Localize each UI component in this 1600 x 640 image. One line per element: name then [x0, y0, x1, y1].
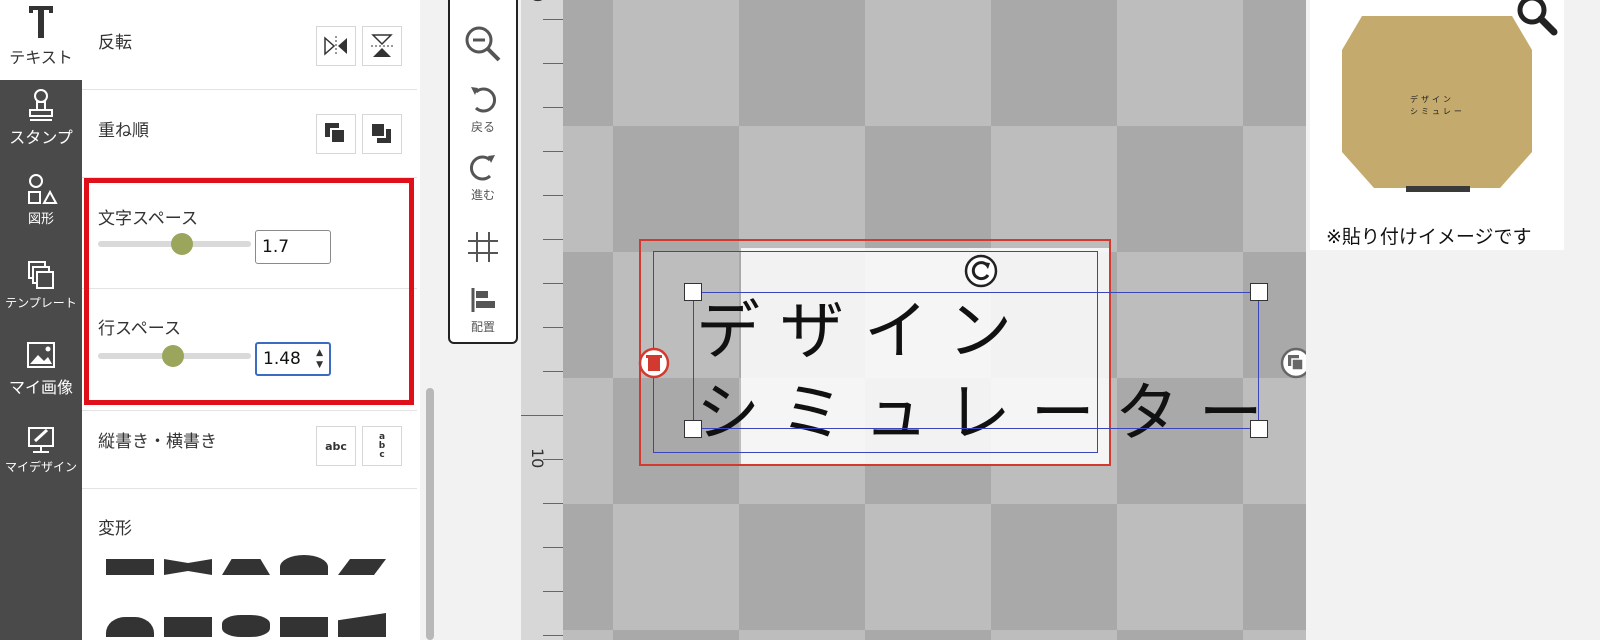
transform-shape-pinch[interactable] — [164, 559, 212, 575]
nav-label: スタンプ — [9, 128, 73, 147]
nav-label: マイ画像 — [8, 378, 73, 397]
vertical-writing-button[interactable]: a b c — [362, 426, 402, 466]
transform-shape-wave[interactable] — [106, 617, 154, 637]
my-design-icon — [28, 427, 54, 453]
order-label: 重ね順 — [98, 121, 149, 141]
vertical-ruler: 0 10 — [521, 0, 563, 640]
transform-shape-rect[interactable] — [106, 559, 154, 575]
canvas-toolbar: 戻る 進む 配置 — [448, 0, 518, 344]
undo-icon — [471, 87, 496, 113]
ruler-tick — [543, 327, 563, 328]
ruler-label-0: 0 — [528, 0, 547, 2]
align-label: 配置 — [470, 320, 495, 334]
flip-vertical-icon — [371, 34, 393, 57]
horizontal-writing-text: abc — [325, 439, 347, 453]
flip-vertical-button[interactable] — [362, 26, 402, 66]
nav-item-my-image[interactable]: マイ画像 — [0, 338, 82, 398]
highlight-frame — [84, 178, 414, 405]
transform-shape-arch[interactable] — [280, 555, 328, 575]
ruler-label-10: 10 — [528, 448, 547, 469]
flip-row: 反転 — [82, 0, 417, 90]
preview-caption: ※貼り付けイメージです — [1326, 226, 1532, 248]
nav-item-template[interactable]: テンプレート — [0, 258, 82, 311]
duplicate-icon[interactable] — [1279, 346, 1306, 380]
transform-shape-rise[interactable] — [338, 613, 386, 637]
ruler-tick — [543, 547, 563, 548]
text-icon — [29, 6, 53, 38]
ruler-tick — [543, 503, 563, 504]
zoom-out-button[interactable] — [450, 22, 516, 70]
selection-box[interactable] — [693, 292, 1259, 429]
bring-forward-icon — [325, 123, 346, 144]
ruler-tick — [543, 63, 563, 64]
ruler-tick — [543, 371, 563, 372]
nav-item-stamp[interactable]: スタンプ — [0, 88, 82, 148]
nav-item-my-design[interactable]: マイデザイン — [0, 422, 82, 475]
flip-label: 反転 — [98, 33, 132, 53]
flip-horizontal-button[interactable] — [316, 26, 356, 66]
image-icon — [27, 342, 55, 368]
grid-icon — [468, 232, 498, 262]
zoom-out-icon — [465, 26, 501, 62]
box-print-text: デザイン シミュレー — [1410, 94, 1465, 118]
ruler-tick — [543, 195, 563, 196]
design-canvas[interactable]: デザイン シミュレーター — [563, 0, 1306, 640]
preview-panel: デザイン シミュレー ※貼り付けイメージです — [1306, 0, 1600, 640]
redo-label: 進む — [470, 188, 495, 202]
box-text-line-1: デザイン — [1410, 95, 1454, 104]
transform-shape-flag[interactable] — [164, 617, 212, 637]
transform-row: 変形 — [82, 489, 417, 640]
bring-forward-button[interactable] — [316, 114, 356, 154]
delete-icon[interactable] — [637, 346, 671, 380]
transform-shape-trapezoid[interactable] — [222, 559, 270, 575]
ruler-tick — [543, 283, 563, 284]
resize-handle-bottom-right[interactable] — [1250, 420, 1268, 438]
nav-label: マイデザイン — [4, 460, 77, 474]
redo-button[interactable]: 進む — [450, 152, 516, 203]
ruler-tick — [521, 415, 563, 416]
grid-button[interactable] — [450, 230, 516, 268]
ruler-tick — [543, 635, 563, 636]
horizontal-writing-button[interactable]: abc — [316, 426, 356, 466]
send-backward-icon — [370, 122, 391, 143]
panel-scrollbar[interactable] — [420, 0, 446, 640]
ruler-tick — [543, 107, 563, 108]
resize-handle-top-right[interactable] — [1250, 283, 1268, 301]
undo-label: 戻る — [470, 120, 495, 134]
left-nav: テキスト スタンプ 図形 テンプレート マイ画像 マイデザイン — [0, 0, 82, 640]
rotate-handle-icon[interactable] — [963, 253, 999, 289]
nav-label: 図形 — [27, 212, 54, 227]
box-text-line-2: シミュレー — [1410, 107, 1465, 116]
flip-horizontal-icon — [324, 36, 347, 56]
vertical-writing-text: a b c — [378, 431, 386, 460]
preview-card: デザイン シミュレー ※貼り付けイメージです — [1310, 0, 1564, 250]
ruler-tick — [543, 19, 563, 20]
transform-label: 変形 — [98, 519, 132, 539]
nav-label: テンプレート — [5, 296, 77, 310]
transform-shape-bulge[interactable] — [222, 615, 270, 637]
transform-shape-slant[interactable] — [338, 559, 386, 575]
template-icon — [28, 261, 54, 289]
ruler-tick — [543, 591, 563, 592]
undo-button[interactable]: 戻る — [450, 84, 516, 135]
order-row: 重ね順 — [82, 90, 417, 178]
zoom-preview-icon[interactable] — [1514, 0, 1562, 36]
ruler-tick — [543, 239, 563, 240]
align-icon — [471, 288, 495, 312]
ruler-tick — [543, 151, 563, 152]
resize-handle-bottom-left[interactable] — [684, 420, 702, 438]
nav-item-text[interactable]: テキスト — [0, 0, 82, 80]
redo-icon — [470, 155, 495, 181]
stamp-icon — [29, 89, 53, 121]
writing-mode-label: 縦書き・横書き — [98, 432, 217, 452]
send-backward-button[interactable] — [362, 114, 402, 154]
shapes-icon — [28, 174, 58, 204]
align-button[interactable]: 配置 — [450, 286, 516, 335]
resize-handle-top-left[interactable] — [684, 283, 702, 301]
transform-shape-bend[interactable] — [280, 617, 328, 637]
scrollbar-thumb[interactable] — [426, 388, 434, 640]
writing-mode-row: 縦書き・横書き abc a b c — [82, 411, 417, 489]
nav-item-shapes[interactable]: 図形 — [0, 172, 82, 227]
nav-label: テキスト — [9, 48, 73, 67]
